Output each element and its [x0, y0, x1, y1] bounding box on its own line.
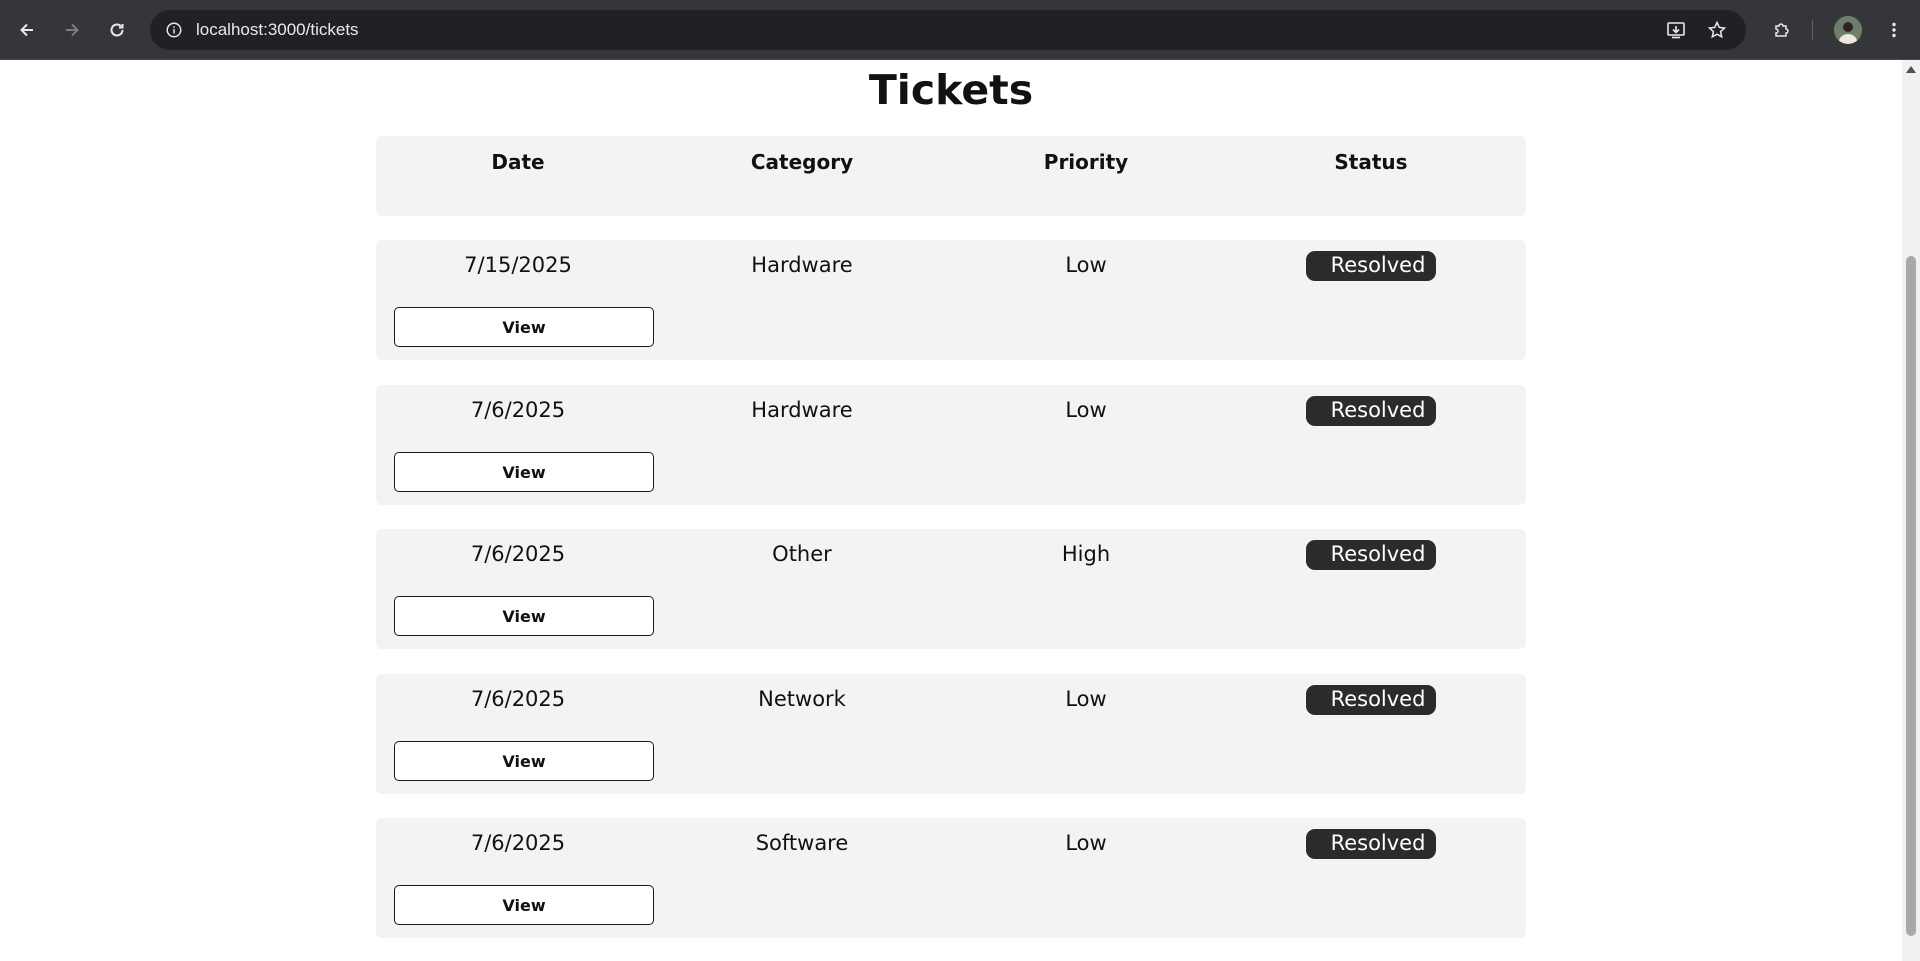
ticket-status: Resolved	[1229, 685, 1513, 715]
forward-button[interactable]	[56, 14, 88, 46]
url-text[interactable]: localhost:3000/tickets	[196, 20, 359, 40]
bookmark-star-icon[interactable]	[1705, 18, 1729, 42]
ticket-status: Resolved	[1229, 396, 1513, 426]
ticket-row: 7/6/2025 Other High Resolved View	[376, 529, 1526, 649]
toolbar-divider	[1812, 20, 1813, 40]
header-priority: Priority	[1043, 150, 1129, 174]
browser-toolbar: localhost:3000/tickets	[0, 0, 1920, 60]
ticket-category: Hardware	[751, 253, 853, 277]
ticket-date: 7/6/2025	[470, 542, 566, 566]
reload-icon	[110, 23, 124, 37]
site-info-icon[interactable]	[162, 18, 186, 42]
ticket-status: Resolved	[1229, 251, 1513, 281]
status-badge: Resolved	[1305, 396, 1437, 426]
header-date: Date	[491, 150, 545, 174]
header-category: Category	[750, 150, 854, 174]
ticket-category: Software	[755, 831, 849, 855]
arrow-right-icon	[66, 23, 79, 37]
ticket-row: 7/15/2025 Hardware Low Resolved View	[376, 240, 1526, 360]
ticket-category: Hardware	[751, 398, 853, 422]
ticket-date: 7/6/2025	[470, 831, 566, 855]
status-badge: Resolved	[1305, 251, 1437, 281]
view-button[interactable]: View	[394, 741, 654, 781]
page-viewport: Tickets Date Category Priority Status 7/…	[0, 60, 1902, 961]
ticket-category: Other	[772, 542, 832, 566]
profile-avatar[interactable]	[1834, 16, 1862, 44]
scroll-up-icon[interactable]	[1906, 66, 1916, 73]
back-button[interactable]	[11, 14, 43, 46]
view-button[interactable]: View	[394, 452, 654, 492]
ticket-priority: Low	[1065, 398, 1107, 422]
ticket-row: 7/6/2025 Software Low Resolved View	[376, 818, 1526, 938]
scrollbar-thumb[interactable]	[1906, 256, 1916, 936]
ticket-row: 7/6/2025 Hardware Low Resolved View	[376, 385, 1526, 505]
ticket-date: 7/6/2025	[470, 398, 566, 422]
ticket-date: 7/6/2025	[470, 687, 566, 711]
more-menu-icon[interactable]	[1878, 14, 1910, 46]
vertical-scrollbar[interactable]	[1902, 60, 1920, 961]
ticket-status: Resolved	[1229, 540, 1513, 570]
view-button[interactable]: View	[394, 885, 654, 925]
ticket-priority: Low	[1065, 687, 1107, 711]
address-bar[interactable]: localhost:3000/tickets	[150, 10, 1746, 50]
status-badge: Resolved	[1305, 540, 1437, 570]
ticket-priority: High	[1061, 542, 1111, 566]
header-status: Status	[1334, 150, 1408, 174]
extensions-icon[interactable]	[1766, 14, 1798, 46]
view-button[interactable]: View	[394, 307, 654, 347]
ticket-status: Resolved	[1229, 829, 1513, 859]
ticket-row: 7/6/2025 Network Low Resolved View	[376, 674, 1526, 794]
reload-button[interactable]	[101, 14, 133, 46]
status-badge: Resolved	[1305, 829, 1437, 859]
ticket-priority: Low	[1065, 831, 1107, 855]
page-title: Tickets	[868, 66, 1034, 114]
ticket-category: Network	[758, 687, 846, 711]
arrow-left-icon	[20, 23, 33, 37]
install-app-icon[interactable]	[1664, 18, 1688, 42]
ticket-date: 7/15/2025	[464, 253, 572, 277]
status-badge: Resolved	[1305, 685, 1437, 715]
table-header: Date Category Priority Status	[376, 136, 1526, 216]
ticket-priority: Low	[1065, 253, 1107, 277]
view-button[interactable]: View	[394, 596, 654, 636]
